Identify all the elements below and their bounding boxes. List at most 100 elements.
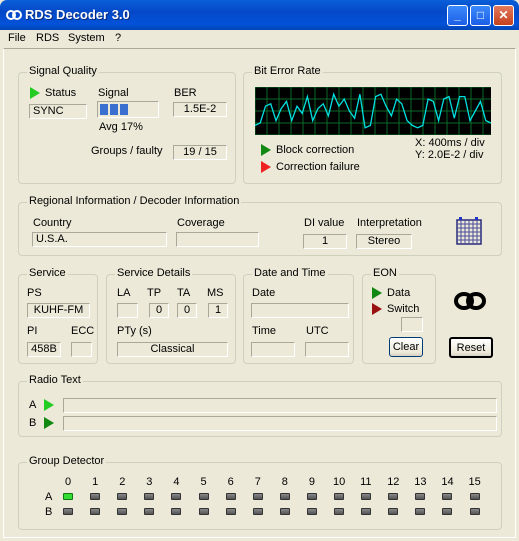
- pi-value: 458B: [27, 342, 61, 357]
- avg-label: Avg 17%: [99, 121, 143, 133]
- block-correction-label: Block correction: [276, 144, 355, 156]
- ta-value: 0: [177, 303, 197, 318]
- decoder-info-icon: [456, 217, 482, 245]
- group-column-label: 3: [146, 476, 153, 488]
- group-led-b-7: [252, 508, 263, 515]
- eon-switch-icon: [372, 303, 382, 315]
- group-led-b-4: [171, 508, 182, 515]
- minimize-icon: _: [454, 8, 461, 22]
- close-button[interactable]: ✕: [493, 5, 514, 26]
- status-label: Status: [45, 87, 77, 99]
- coverage-value: [176, 232, 259, 247]
- group-led-a-13: [415, 493, 426, 500]
- la-label: LA: [117, 287, 131, 299]
- group-led-a-3: [144, 493, 155, 500]
- group-led-b-6: [225, 508, 236, 515]
- eon-title: EON: [371, 267, 399, 279]
- ms-label: MS: [207, 287, 224, 299]
- correction-failure-icon: [261, 161, 271, 173]
- interpretation-label: Interpretation: [357, 217, 422, 229]
- group-led-a-9: [306, 493, 317, 500]
- interpretation-value: Stereo: [356, 234, 412, 249]
- ecc-value: [71, 342, 92, 357]
- signal-bar: [110, 104, 118, 115]
- service-details-title: Service Details: [115, 267, 193, 279]
- menu-rds[interactable]: RDS: [36, 32, 59, 44]
- group-led-a-12: [388, 493, 399, 500]
- regional-info-group: Regional Information / Decoder Informati…: [18, 195, 502, 256]
- group-led-b-5: [198, 508, 209, 515]
- minimize-button[interactable]: _: [447, 5, 468, 26]
- group-column-label: 6: [227, 476, 234, 488]
- title-bar[interactable]: RDS Decoder 3.0 _ □ ✕: [0, 0, 519, 30]
- group-led-a-10: [334, 493, 344, 500]
- group-column-label: 11: [360, 476, 372, 488]
- rds-logo-icon: [454, 292, 486, 310]
- status-indicator-icon: [30, 87, 40, 99]
- service-details-group: Service Details LA TP 0 TA 0 MS 1 PTy (s…: [106, 267, 236, 364]
- country-value: U.S.A.: [32, 232, 167, 247]
- service-group: Service PS KUHF-FM PI 458B ECC: [18, 267, 98, 364]
- group-led-a-7: [252, 493, 263, 500]
- signal-meter: [97, 101, 159, 118]
- eon-group: EON Data Switch Clear: [362, 267, 436, 364]
- country-label: Country: [33, 217, 72, 229]
- time-label: Time: [252, 325, 277, 337]
- group-led-b-11: [361, 508, 372, 515]
- group-column-label: 8: [281, 476, 288, 488]
- group-led-b-1: [90, 508, 101, 515]
- rds-logo-icon: [6, 10, 22, 20]
- group-column-label: 4: [173, 476, 180, 488]
- date-time-group: Date and Time Date Time UTC: [243, 267, 354, 364]
- menu-help[interactable]: ?: [115, 32, 121, 44]
- block-correction-icon: [261, 144, 271, 156]
- reset-button[interactable]: Reset: [449, 337, 493, 358]
- radio-text-b-icon: [44, 417, 54, 429]
- group-detector-group: Group Detector A B 0 1 2 3 4 5 6 7 8 9 10 11 12 13 14 1…: [18, 455, 502, 530]
- group-column-label: 13: [414, 476, 427, 488]
- group-led-a-0: [63, 493, 73, 500]
- group-led-b-3: [144, 508, 155, 515]
- group-column-label: 14: [441, 476, 454, 488]
- ber-value: 1.5E-2: [173, 102, 227, 117]
- group-led-a-15: [469, 493, 480, 500]
- groups-label: Groups / faulty: [91, 145, 163, 157]
- x-scale-label: X: 400ms / div: [415, 137, 485, 149]
- date-value: [251, 303, 349, 318]
- window-title: RDS Decoder 3.0: [25, 7, 130, 22]
- pi-label: PI: [27, 325, 38, 337]
- group-led-b-10: [334, 508, 344, 515]
- signal-quality-title: Signal Quality: [27, 65, 99, 77]
- di-value: 1: [303, 234, 347, 249]
- menu-system[interactable]: System: [68, 32, 105, 44]
- coverage-label: Coverage: [177, 217, 225, 229]
- radio-text-b-label: B: [29, 417, 37, 429]
- group-led-b-8: [279, 508, 290, 515]
- group-led-a-14: [442, 493, 453, 500]
- group-column-label: 0: [65, 476, 72, 488]
- utc-value: [305, 342, 349, 357]
- group-led-a-6: [225, 493, 236, 500]
- signal-bar: [120, 104, 128, 115]
- radio-text-title: Radio Text: [27, 374, 83, 386]
- clear-button[interactable]: Clear: [389, 337, 423, 357]
- radio-text-group: Radio Text A B: [18, 374, 502, 437]
- ps-label: PS: [27, 287, 42, 299]
- group-led-b-14: [442, 508, 453, 515]
- ps-value: KUHF-FM: [27, 303, 90, 318]
- group-led-b-0: [63, 508, 73, 515]
- menu-file[interactable]: File: [8, 32, 26, 44]
- status-value: SYNC: [29, 104, 87, 119]
- group-led-a-4: [171, 493, 182, 500]
- group-column-label: 10: [333, 476, 346, 488]
- group-led-b-15: [469, 508, 480, 515]
- ber-title: Bit Error Rate: [252, 65, 323, 77]
- la-value: [117, 303, 138, 318]
- group-column-label: 9: [308, 476, 316, 488]
- regional-title: Regional Information / Decoder Informati…: [27, 195, 242, 207]
- maximize-button[interactable]: □: [470, 5, 491, 26]
- service-title: Service: [27, 267, 68, 279]
- eon-switch-label: Switch: [387, 303, 420, 315]
- signal-quality-group: Signal Quality Status SYNC Signal Avg 17…: [18, 65, 236, 184]
- groups-value: 19 / 15: [173, 145, 227, 160]
